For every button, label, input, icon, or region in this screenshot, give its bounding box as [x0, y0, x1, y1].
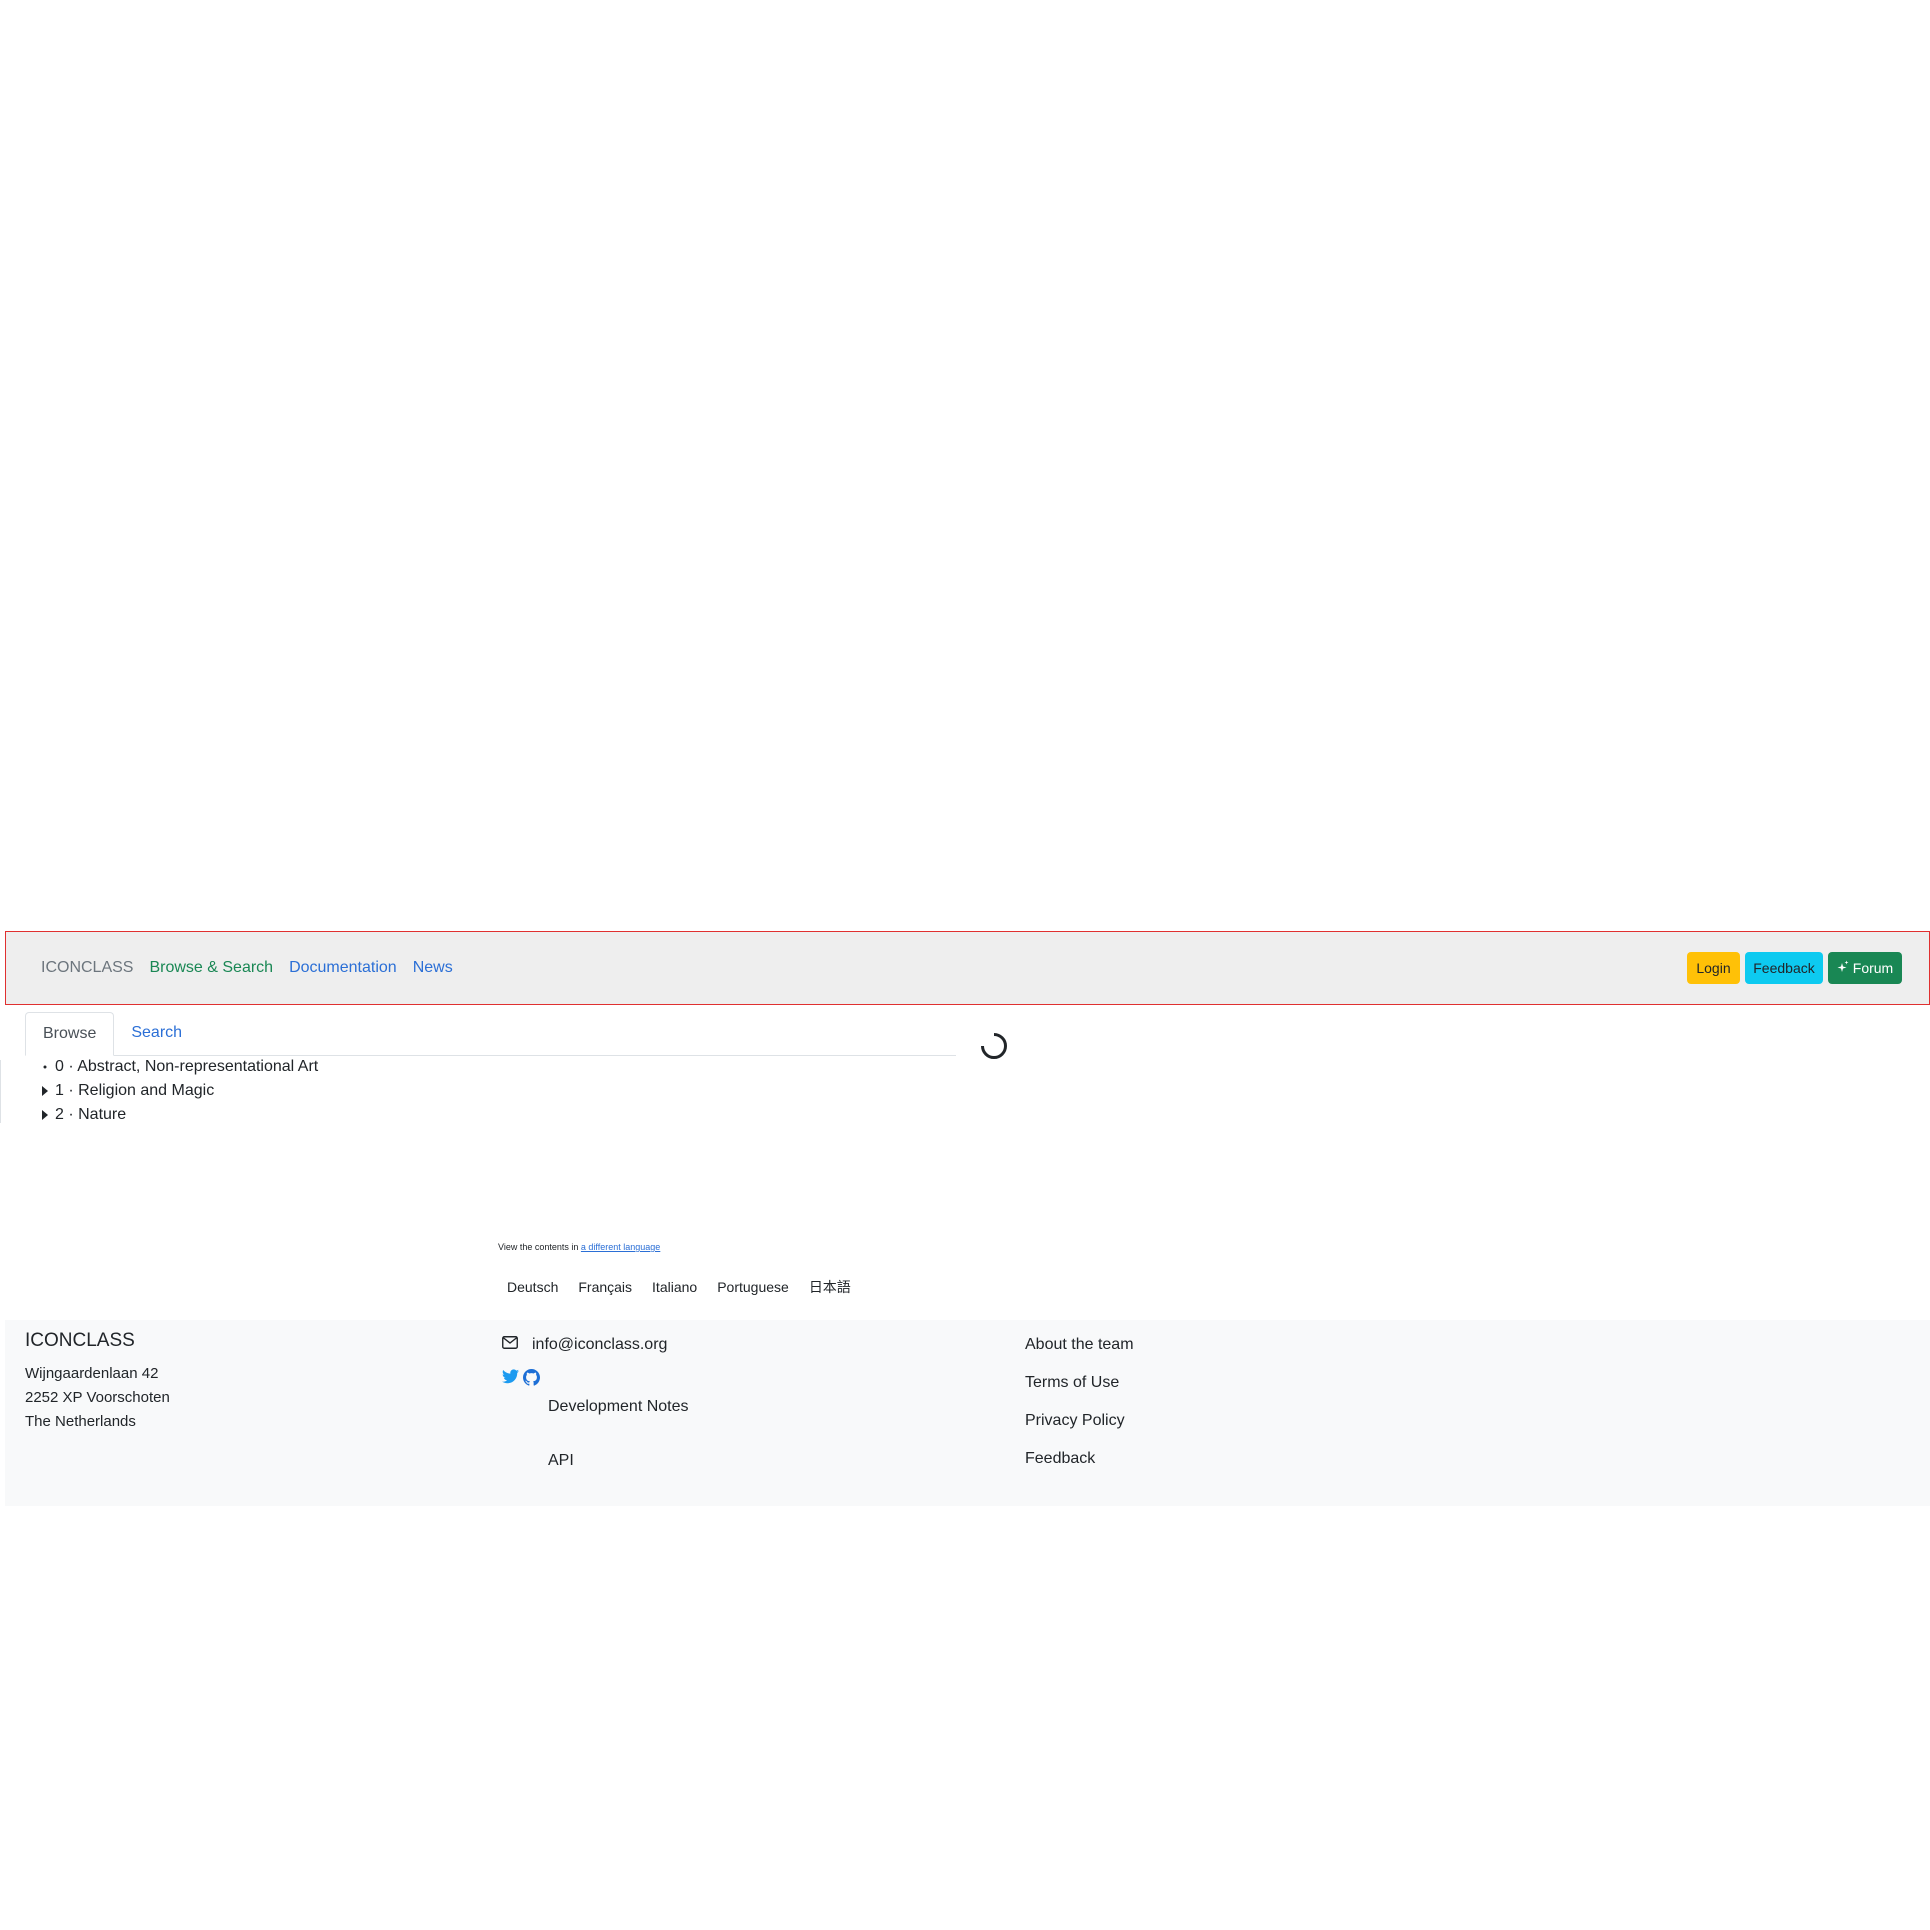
footer-address: Wijngaardenlaan 42 2252 XP Voorschoten T…	[25, 1362, 170, 1434]
browse-search-tabs: Browse Search	[25, 1012, 956, 1056]
social-links	[502, 1369, 540, 1391]
bullet-icon	[37, 1064, 53, 1070]
tree-item-2[interactable]: 2 · Nature	[25, 1103, 525, 1127]
footer-feedback-link[interactable]: Feedback	[1025, 1450, 1134, 1488]
language-francais[interactable]: Français	[568, 1276, 642, 1298]
twitter-icon[interactable]	[502, 1369, 519, 1391]
feedback-button-label: Feedback	[1753, 960, 1815, 976]
about-team-link[interactable]: About the team	[1025, 1336, 1134, 1374]
github-icon[interactable]	[523, 1369, 540, 1391]
different-language-link[interactable]: a different language	[581, 1242, 660, 1252]
address-line: The Netherlands	[25, 1413, 136, 1430]
nav-link-browse-search[interactable]: Browse & Search	[149, 959, 273, 977]
language-note-text: View the contents in	[498, 1242, 579, 1252]
envelope-icon	[502, 1336, 518, 1354]
feedback-button[interactable]: Feedback	[1745, 952, 1823, 984]
address-line: Wijngaardenlaan 42	[25, 1365, 159, 1382]
tree-item-label: 2 · Nature	[55, 1106, 127, 1123]
classification-tree: 0 · Abstract, Non-representational Art 1…	[25, 1055, 525, 1127]
forum-button[interactable]: Forum	[1828, 952, 1902, 984]
address-line: 2252 XP Voorschoten	[25, 1389, 170, 1406]
email-link[interactable]: info@iconclass.org	[532, 1336, 667, 1354]
tab-browse[interactable]: Browse	[25, 1012, 115, 1056]
footer: ICONCLASS Wijngaardenlaan 42 2252 XP Voo…	[5, 1320, 1930, 1506]
tree-item-label: 1 · Religion and Magic	[55, 1082, 215, 1099]
page: ICONCLASS Browse & Search Documentation …	[0, 0, 1930, 1930]
nav-link-news[interactable]: News	[413, 959, 453, 977]
navbar-brand[interactable]: ICONCLASS	[41, 959, 133, 977]
development-notes-link[interactable]: Development Notes	[548, 1398, 689, 1416]
caret-right-icon[interactable]	[37, 1085, 53, 1097]
language-deutsch[interactable]: Deutsch	[497, 1276, 568, 1298]
footer-brand: ICONCLASS	[25, 1330, 135, 1351]
sparkle-icon	[1837, 960, 1849, 977]
terms-of-use-link[interactable]: Terms of Use	[1025, 1374, 1134, 1412]
tab-search[interactable]: Search	[114, 1012, 199, 1054]
top-navbar: ICONCLASS Browse & Search Documentation …	[5, 931, 1930, 1005]
api-link[interactable]: API	[548, 1452, 574, 1470]
nav-link-documentation[interactable]: Documentation	[289, 959, 397, 977]
login-button-label: Login	[1696, 960, 1731, 976]
loading-spinner-icon	[980, 1032, 1008, 1060]
footer-email[interactable]: info@iconclass.org	[502, 1336, 667, 1354]
tree-item-label: 0 · Abstract, Non-representational Art	[55, 1058, 319, 1075]
language-options: Deutsch Français Italiano Portuguese 日本語	[497, 1276, 861, 1298]
login-button[interactable]: Login	[1687, 952, 1740, 984]
language-japanese[interactable]: 日本語	[799, 1276, 861, 1298]
tree-item-0[interactable]: 0 · Abstract, Non-representational Art	[25, 1055, 525, 1079]
caret-right-icon[interactable]	[37, 1109, 53, 1121]
footer-links: About the team Terms of Use Privacy Poli…	[1025, 1336, 1134, 1488]
language-italiano[interactable]: Italiano	[642, 1276, 707, 1298]
privacy-policy-link[interactable]: Privacy Policy	[1025, 1412, 1134, 1450]
forum-button-label: Forum	[1852, 960, 1894, 976]
language-note: View the contents in a different languag…	[498, 1242, 660, 1252]
language-portuguese[interactable]: Portuguese	[707, 1276, 799, 1298]
navbar-actions: Login Feedback Forum	[1687, 952, 1902, 984]
tree-item-1[interactable]: 1 · Religion and Magic	[25, 1079, 525, 1103]
tree-divider	[0, 1060, 1, 1123]
